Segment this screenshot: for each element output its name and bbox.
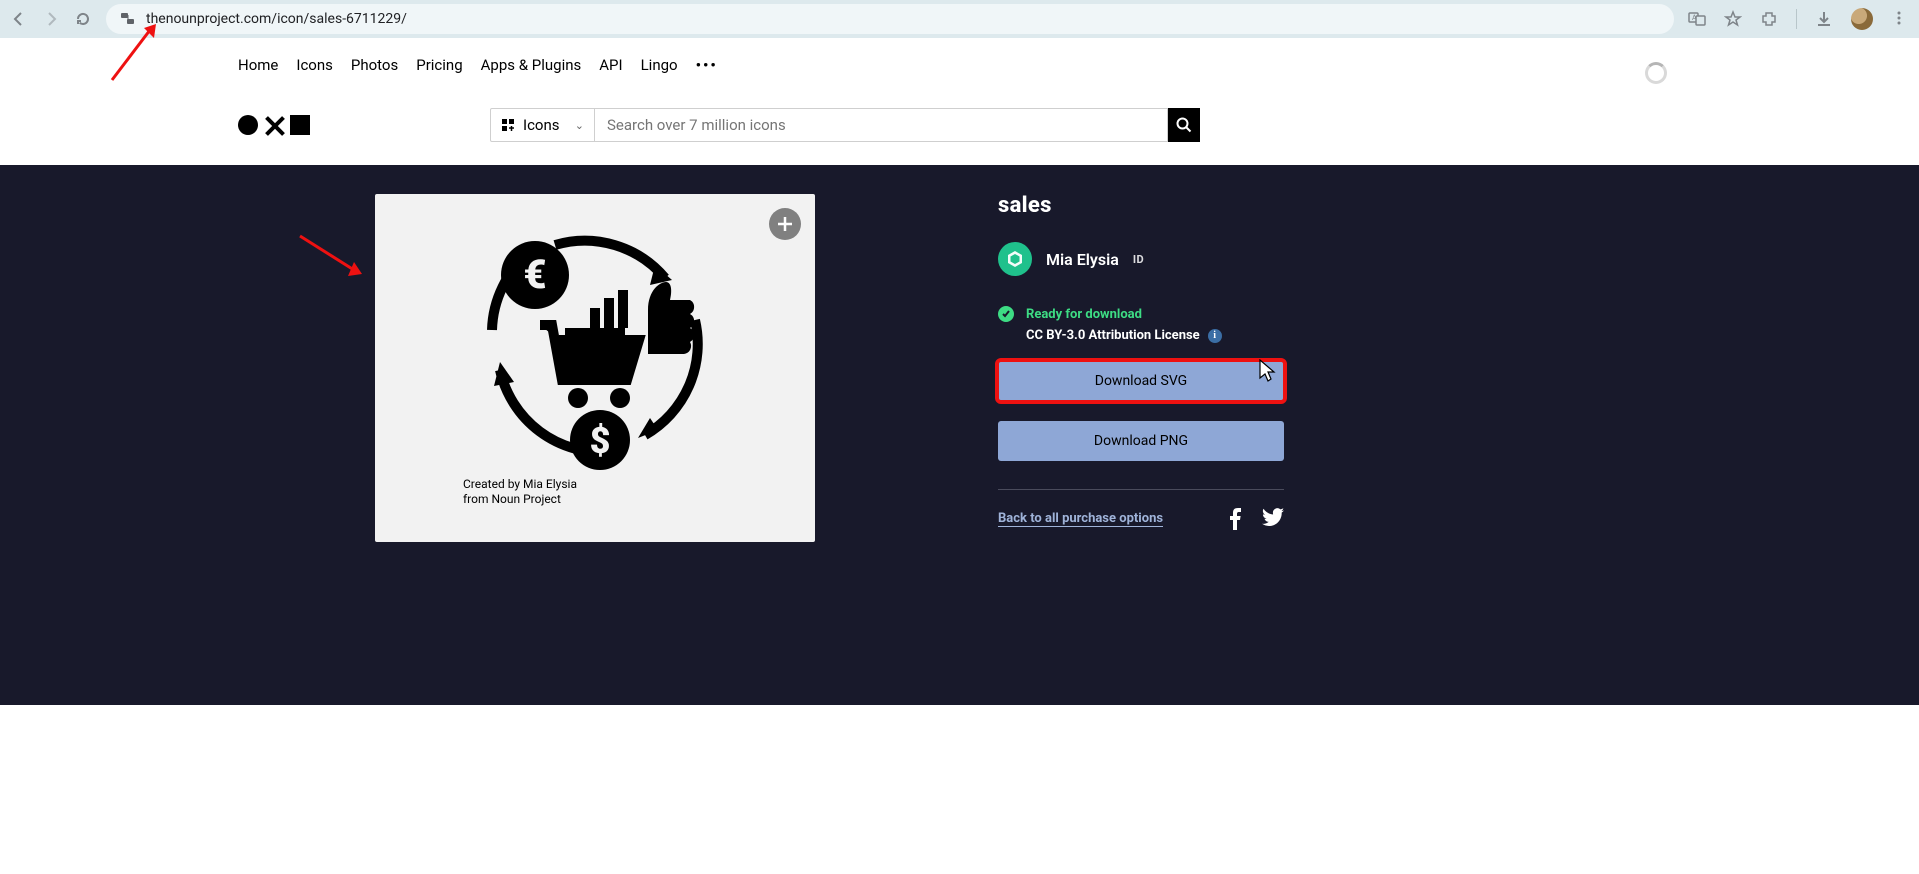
logo-circle-icon [238, 115, 258, 135]
browser-url-text: thenounproject.com/icon/sales-6711229/ [146, 11, 407, 27]
search-box: Icons ⌄ [490, 108, 1200, 142]
icon-preview-card: € $ Created by Mia Elysia from Noun Proj… [375, 194, 815, 542]
info-icon[interactable]: i [1208, 329, 1222, 343]
author-avatar [998, 242, 1032, 276]
nav-apps-plugins[interactable]: Apps & Plugins [481, 56, 582, 74]
downloads-icon[interactable] [1815, 10, 1833, 28]
twitter-icon[interactable] [1262, 508, 1284, 530]
icon-credit: Created by Mia Elysia from Noun Project [463, 477, 577, 508]
browser-actions: A [1688, 8, 1909, 30]
browser-reload-button[interactable] [74, 10, 92, 28]
back-to-options-link[interactable]: Back to all purchase options [998, 511, 1163, 527]
social-share [1226, 508, 1284, 530]
nav-api[interactable]: API [599, 56, 622, 74]
check-circle-icon [998, 306, 1014, 322]
bookmark-star-icon[interactable] [1724, 10, 1742, 28]
nav-more[interactable]: ••• [696, 56, 718, 74]
site-header: Home Icons Photos Pricing Apps & Plugins… [0, 38, 1919, 165]
search-category-label: Icons [523, 116, 560, 134]
download-png-label: Download PNG [1094, 433, 1188, 449]
chevron-down-icon: ⌄ [575, 119, 584, 132]
author-name: Mia Elysia [1046, 250, 1119, 269]
sales-icon-preview: € $ [470, 220, 720, 470]
svg-text:€: € [523, 251, 546, 298]
browser-address-bar[interactable]: thenounproject.com/icon/sales-6711229/ [106, 4, 1674, 34]
browser-back-button[interactable] [10, 10, 28, 28]
noun-project-logo[interactable] [238, 115, 310, 135]
nav-photos[interactable]: Photos [351, 56, 398, 74]
search-row: Icons ⌄ [238, 108, 1200, 142]
nav-home[interactable]: Home [238, 56, 278, 74]
site-settings-icon[interactable] [120, 11, 136, 27]
translate-icon[interactable]: A [1688, 10, 1706, 28]
license-text: CC BY-3.0 Attribution License [1026, 328, 1200, 343]
add-to-collection-button[interactable] [769, 208, 801, 240]
author-row[interactable]: Mia Elysia ID [998, 242, 1298, 276]
icons-glyph-icon [501, 118, 515, 132]
logo-square-icon [290, 115, 310, 135]
search-icon [1176, 117, 1192, 133]
browser-chrome: thenounproject.com/icon/sales-6711229/ A [0, 0, 1919, 38]
nav-pricing[interactable]: Pricing [416, 56, 462, 74]
facebook-icon[interactable] [1226, 508, 1244, 530]
extensions-icon[interactable] [1760, 10, 1778, 28]
plus-icon [777, 216, 793, 232]
browser-forward-button[interactable] [42, 10, 60, 28]
top-nav: Home Icons Photos Pricing Apps & Plugins… [0, 38, 1919, 74]
profile-avatar[interactable] [1851, 8, 1873, 30]
credit-line-2: from Noun Project [463, 492, 577, 508]
download-status: Ready for download [998, 306, 1298, 322]
download-svg-button[interactable]: Download SVG [998, 361, 1284, 401]
svg-text:A: A [1692, 14, 1697, 22]
search-input[interactable] [595, 108, 1168, 142]
svg-text:$: $ [590, 420, 611, 462]
author-badge-icon [1005, 249, 1025, 269]
icon-title: sales [998, 193, 1298, 218]
ready-text: Ready for download [1026, 307, 1142, 322]
credit-line-1: Created by Mia Elysia [463, 477, 577, 493]
divider [998, 489, 1284, 490]
logo-x-icon [264, 115, 284, 135]
icon-info-panel: sales Mia Elysia ID Ready for download C… [998, 193, 1298, 530]
divider [1796, 9, 1797, 29]
download-png-button[interactable]: Download PNG [998, 421, 1284, 461]
bottom-row: Back to all purchase options [998, 508, 1284, 530]
search-button[interactable] [1168, 108, 1200, 142]
license-row: CC BY-3.0 Attribution License i [1026, 328, 1298, 343]
author-country: ID [1133, 253, 1144, 266]
browser-menu-icon[interactable] [1891, 10, 1909, 28]
loading-spinner-icon [1645, 62, 1667, 84]
download-svg-label: Download SVG [1095, 373, 1187, 389]
search-category-dropdown[interactable]: Icons ⌄ [490, 108, 595, 142]
icon-detail-section: € $ Created by Mia Elysia from Noun Proj… [0, 165, 1919, 705]
nav-lingo[interactable]: Lingo [641, 56, 678, 74]
nav-icons[interactable]: Icons [296, 56, 333, 74]
